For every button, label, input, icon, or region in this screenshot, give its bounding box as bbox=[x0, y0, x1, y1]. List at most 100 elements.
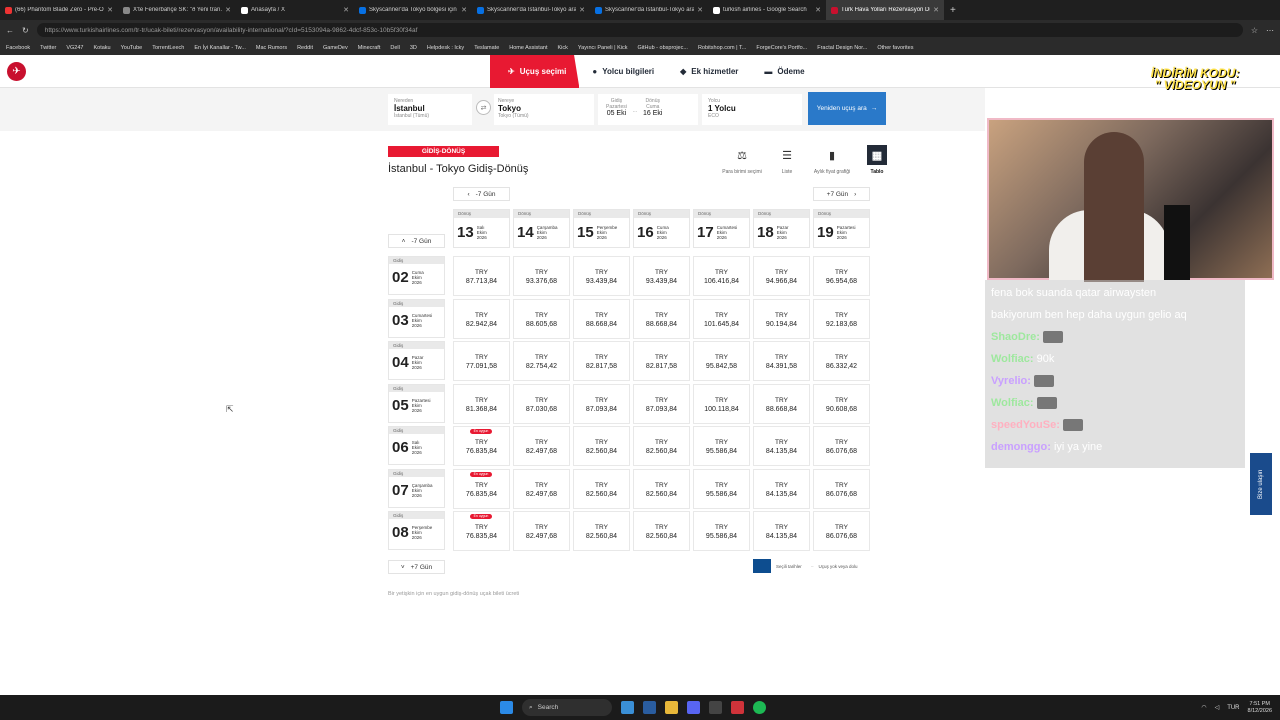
fare-cell[interactable]: TRY 87.030,68 bbox=[513, 383, 570, 424]
obs-icon[interactable] bbox=[709, 701, 722, 714]
bookmark-item[interactable]: TorrentLeech bbox=[152, 45, 184, 51]
spotify-icon[interactable] bbox=[753, 701, 766, 714]
bookmark-item[interactable]: Robitshop.com | T... bbox=[698, 45, 746, 51]
browser-tab[interactable]: Türk Hava Yolları Rezervasyon Dur... ✕ bbox=[826, 0, 944, 20]
fare-cell[interactable]: TRY 101.645,84 bbox=[693, 298, 750, 339]
fare-cell[interactable]: En uygun TRY 76.835,84 bbox=[453, 468, 510, 509]
bookmark-item[interactable]: Helpdesk : Icky bbox=[427, 45, 464, 51]
star-icon[interactable]: ☆ bbox=[1251, 26, 1258, 35]
close-tab-icon[interactable]: ✕ bbox=[343, 6, 349, 14]
close-tab-icon[interactable]: ✕ bbox=[697, 6, 703, 14]
fare-cell[interactable]: TRY 82.560,84 bbox=[573, 468, 630, 509]
fare-cell[interactable]: TRY 90.608,68 bbox=[813, 383, 870, 424]
fare-cell[interactable]: TRY 82.497,68 bbox=[513, 511, 570, 551]
bookmark-item[interactable]: VG247 bbox=[66, 45, 83, 51]
bookmark-item[interactable]: Fractal Design Nor... bbox=[817, 45, 867, 51]
bookmark-item[interactable]: YouTube bbox=[121, 45, 143, 51]
fare-cell[interactable]: TRY 92.183,68 bbox=[813, 298, 870, 339]
step-person[interactable]: ● Yolcu bilgileri bbox=[579, 55, 667, 88]
fare-cell[interactable]: TRY 82.817,58 bbox=[633, 341, 690, 381]
bookmark-item[interactable]: Twitter bbox=[40, 45, 56, 51]
bookmark-item[interactable]: Dell bbox=[390, 45, 399, 51]
fare-cell[interactable]: TRY 82.497,68 bbox=[513, 468, 570, 509]
fare-cell[interactable]: TRY 88.668,84 bbox=[633, 298, 690, 339]
fare-cell[interactable]: TRY 94.966,84 bbox=[753, 256, 810, 296]
fare-cell[interactable]: TRY 81.368,84 bbox=[453, 383, 510, 424]
fare-cell[interactable]: TRY 88.668,84 bbox=[573, 298, 630, 339]
fare-cell[interactable]: En uygun TRY 76.835,84 bbox=[453, 426, 510, 466]
browser-tab[interactable]: turkish airlines - Google Search ✕ bbox=[708, 0, 826, 20]
dates-field[interactable]: Gidiş Pazartesi 05 Eki ... Dönüş Cuma 16 Eki bbox=[598, 94, 698, 125]
bookmark-item[interactable]: GameDev bbox=[323, 45, 348, 51]
bookmark-item[interactable]: Yayıncı Paneli | Kick bbox=[578, 45, 628, 51]
step-card[interactable]: ▬ Ödeme bbox=[751, 55, 817, 88]
fare-cell[interactable]: TRY 84.135,84 bbox=[753, 511, 810, 551]
fare-cell[interactable]: TRY 88.605,68 bbox=[513, 298, 570, 339]
fare-cell[interactable]: TRY 82.560,84 bbox=[573, 511, 630, 551]
step-plane[interactable]: ✈ Uçuş seçimi bbox=[490, 55, 580, 88]
fare-cell[interactable]: TRY 93.376,68 bbox=[513, 256, 570, 296]
clock[interactable]: 7:51 PM 8/12/2026 bbox=[1248, 701, 1272, 715]
fare-cell[interactable]: TRY 93.439,84 bbox=[633, 256, 690, 296]
bookmark-item[interactable]: Reddit bbox=[297, 45, 313, 51]
fare-cell[interactable]: TRY 95.586,84 bbox=[693, 511, 750, 551]
from-field[interactable]: Nereden İstanbul İstanbul (Tümü) bbox=[388, 94, 472, 125]
edge-icon[interactable] bbox=[621, 701, 634, 714]
fare-cell[interactable]: TRY 82.497,68 bbox=[513, 426, 570, 466]
contact-us-tab[interactable]: Bize ulaşın bbox=[1250, 453, 1272, 515]
fare-cell[interactable]: TRY 84.135,84 bbox=[753, 426, 810, 466]
step-extras[interactable]: ◆ Ek hizmetler bbox=[667, 55, 751, 88]
fare-cell[interactable]: TRY 100.118,84 bbox=[693, 383, 750, 424]
browser-tab[interactable]: Anasayfa / X ✕ bbox=[236, 0, 354, 20]
folder-icon[interactable] bbox=[665, 701, 678, 714]
refresh-icon[interactable]: ↻ bbox=[22, 26, 29, 35]
fare-cell[interactable]: TRY 95.842,58 bbox=[693, 341, 750, 381]
browser-tab[interactable]: Skyscanner'da İstanbul-Tokyo ara... ✕ bbox=[472, 0, 590, 20]
fare-cell[interactable]: TRY 95.586,84 bbox=[693, 426, 750, 466]
browser-tab[interactable]: Skyscanner'da Tokyo bölgesi için ... ✕ bbox=[354, 0, 472, 20]
fare-cell[interactable]: TRY 82.817,58 bbox=[573, 341, 630, 381]
browser-tab[interactable]: Skyscanner'da İstanbul-Tokyo ara... ✕ bbox=[590, 0, 708, 20]
fare-cell[interactable]: TRY 82.754,42 bbox=[513, 341, 570, 381]
fare-cell[interactable]: TRY 84.391,58 bbox=[753, 341, 810, 381]
bookmark-item[interactable]: Other favorites bbox=[877, 45, 913, 51]
close-tab-icon[interactable]: ✕ bbox=[933, 6, 939, 14]
bookmark-item[interactable]: Teslamate bbox=[474, 45, 499, 51]
browser-tab[interactable]: X'te Fenerbahçe SK: "ð Yeni tran... ✕ bbox=[118, 0, 236, 20]
fare-cell[interactable]: TRY 106.416,84 bbox=[693, 256, 750, 296]
fare-cell[interactable]: TRY 77.091,58 bbox=[453, 341, 510, 381]
prev-week-rows-button[interactable]: ˄ -7 Gün bbox=[388, 234, 445, 248]
bookmark-item[interactable]: Mac Rumors bbox=[256, 45, 287, 51]
fare-cell[interactable]: TRY 87.093,84 bbox=[573, 383, 630, 424]
fare-cell[interactable]: TRY 86.076,68 bbox=[813, 426, 870, 466]
url-field[interactable]: https://www.turkishairlines.com/tr-tr/uc… bbox=[36, 23, 1243, 37]
bookmark-item[interactable]: Minecraft bbox=[358, 45, 381, 51]
view-bar-chart[interactable]: ▮ Aylık fiyat grafiği bbox=[812, 145, 852, 176]
next-week-rows-button[interactable]: ˅ +7 Gün bbox=[388, 560, 445, 574]
fare-cell[interactable]: TRY 84.135,84 bbox=[753, 468, 810, 509]
fare-cell[interactable]: TRY 87.713,84 bbox=[453, 256, 510, 296]
back-icon[interactable]: ← bbox=[6, 26, 14, 35]
fare-cell[interactable]: TRY 90.194,84 bbox=[753, 298, 810, 339]
close-tab-icon[interactable]: ✕ bbox=[815, 6, 821, 14]
bookmark-item[interactable]: Kotaku bbox=[93, 45, 110, 51]
menu-icon[interactable]: ⋯ bbox=[1266, 26, 1274, 35]
bookmark-item[interactable]: ForgeCore's Portfo... bbox=[756, 45, 807, 51]
view-list[interactable]: ☰ Liste bbox=[767, 145, 807, 176]
fare-cell[interactable]: TRY 82.560,84 bbox=[633, 426, 690, 466]
new-tab-icon[interactable]: + bbox=[944, 5, 962, 16]
close-tab-icon[interactable]: ✕ bbox=[225, 6, 231, 14]
discord-icon[interactable] bbox=[687, 701, 700, 714]
chrome-icon[interactable] bbox=[731, 701, 744, 714]
view-calendar[interactable]: ▦ Tablo bbox=[857, 145, 897, 175]
passenger-field[interactable]: Yolcu 1 Yolcu ECO bbox=[702, 94, 802, 125]
re-search-button[interactable]: Yeniden uçuş ara → bbox=[808, 92, 886, 125]
prev-week-top-button[interactable]: ‹ -7 Gün bbox=[453, 187, 510, 201]
fare-cell[interactable]: TRY 88.668,84 bbox=[753, 383, 810, 424]
fare-cell[interactable]: TRY 93.439,84 bbox=[573, 256, 630, 296]
bookmark-item[interactable]: GitHub - obsprojec... bbox=[638, 45, 688, 51]
to-field[interactable]: Nereye Tokyo Tokyo (Tümü) bbox=[494, 94, 594, 125]
fare-cell[interactable]: En uygun TRY 76.835,84 bbox=[453, 511, 510, 551]
fare-cell[interactable]: TRY 87.093,84 bbox=[633, 383, 690, 424]
fare-cell[interactable]: TRY 96.954,68 bbox=[813, 256, 870, 296]
